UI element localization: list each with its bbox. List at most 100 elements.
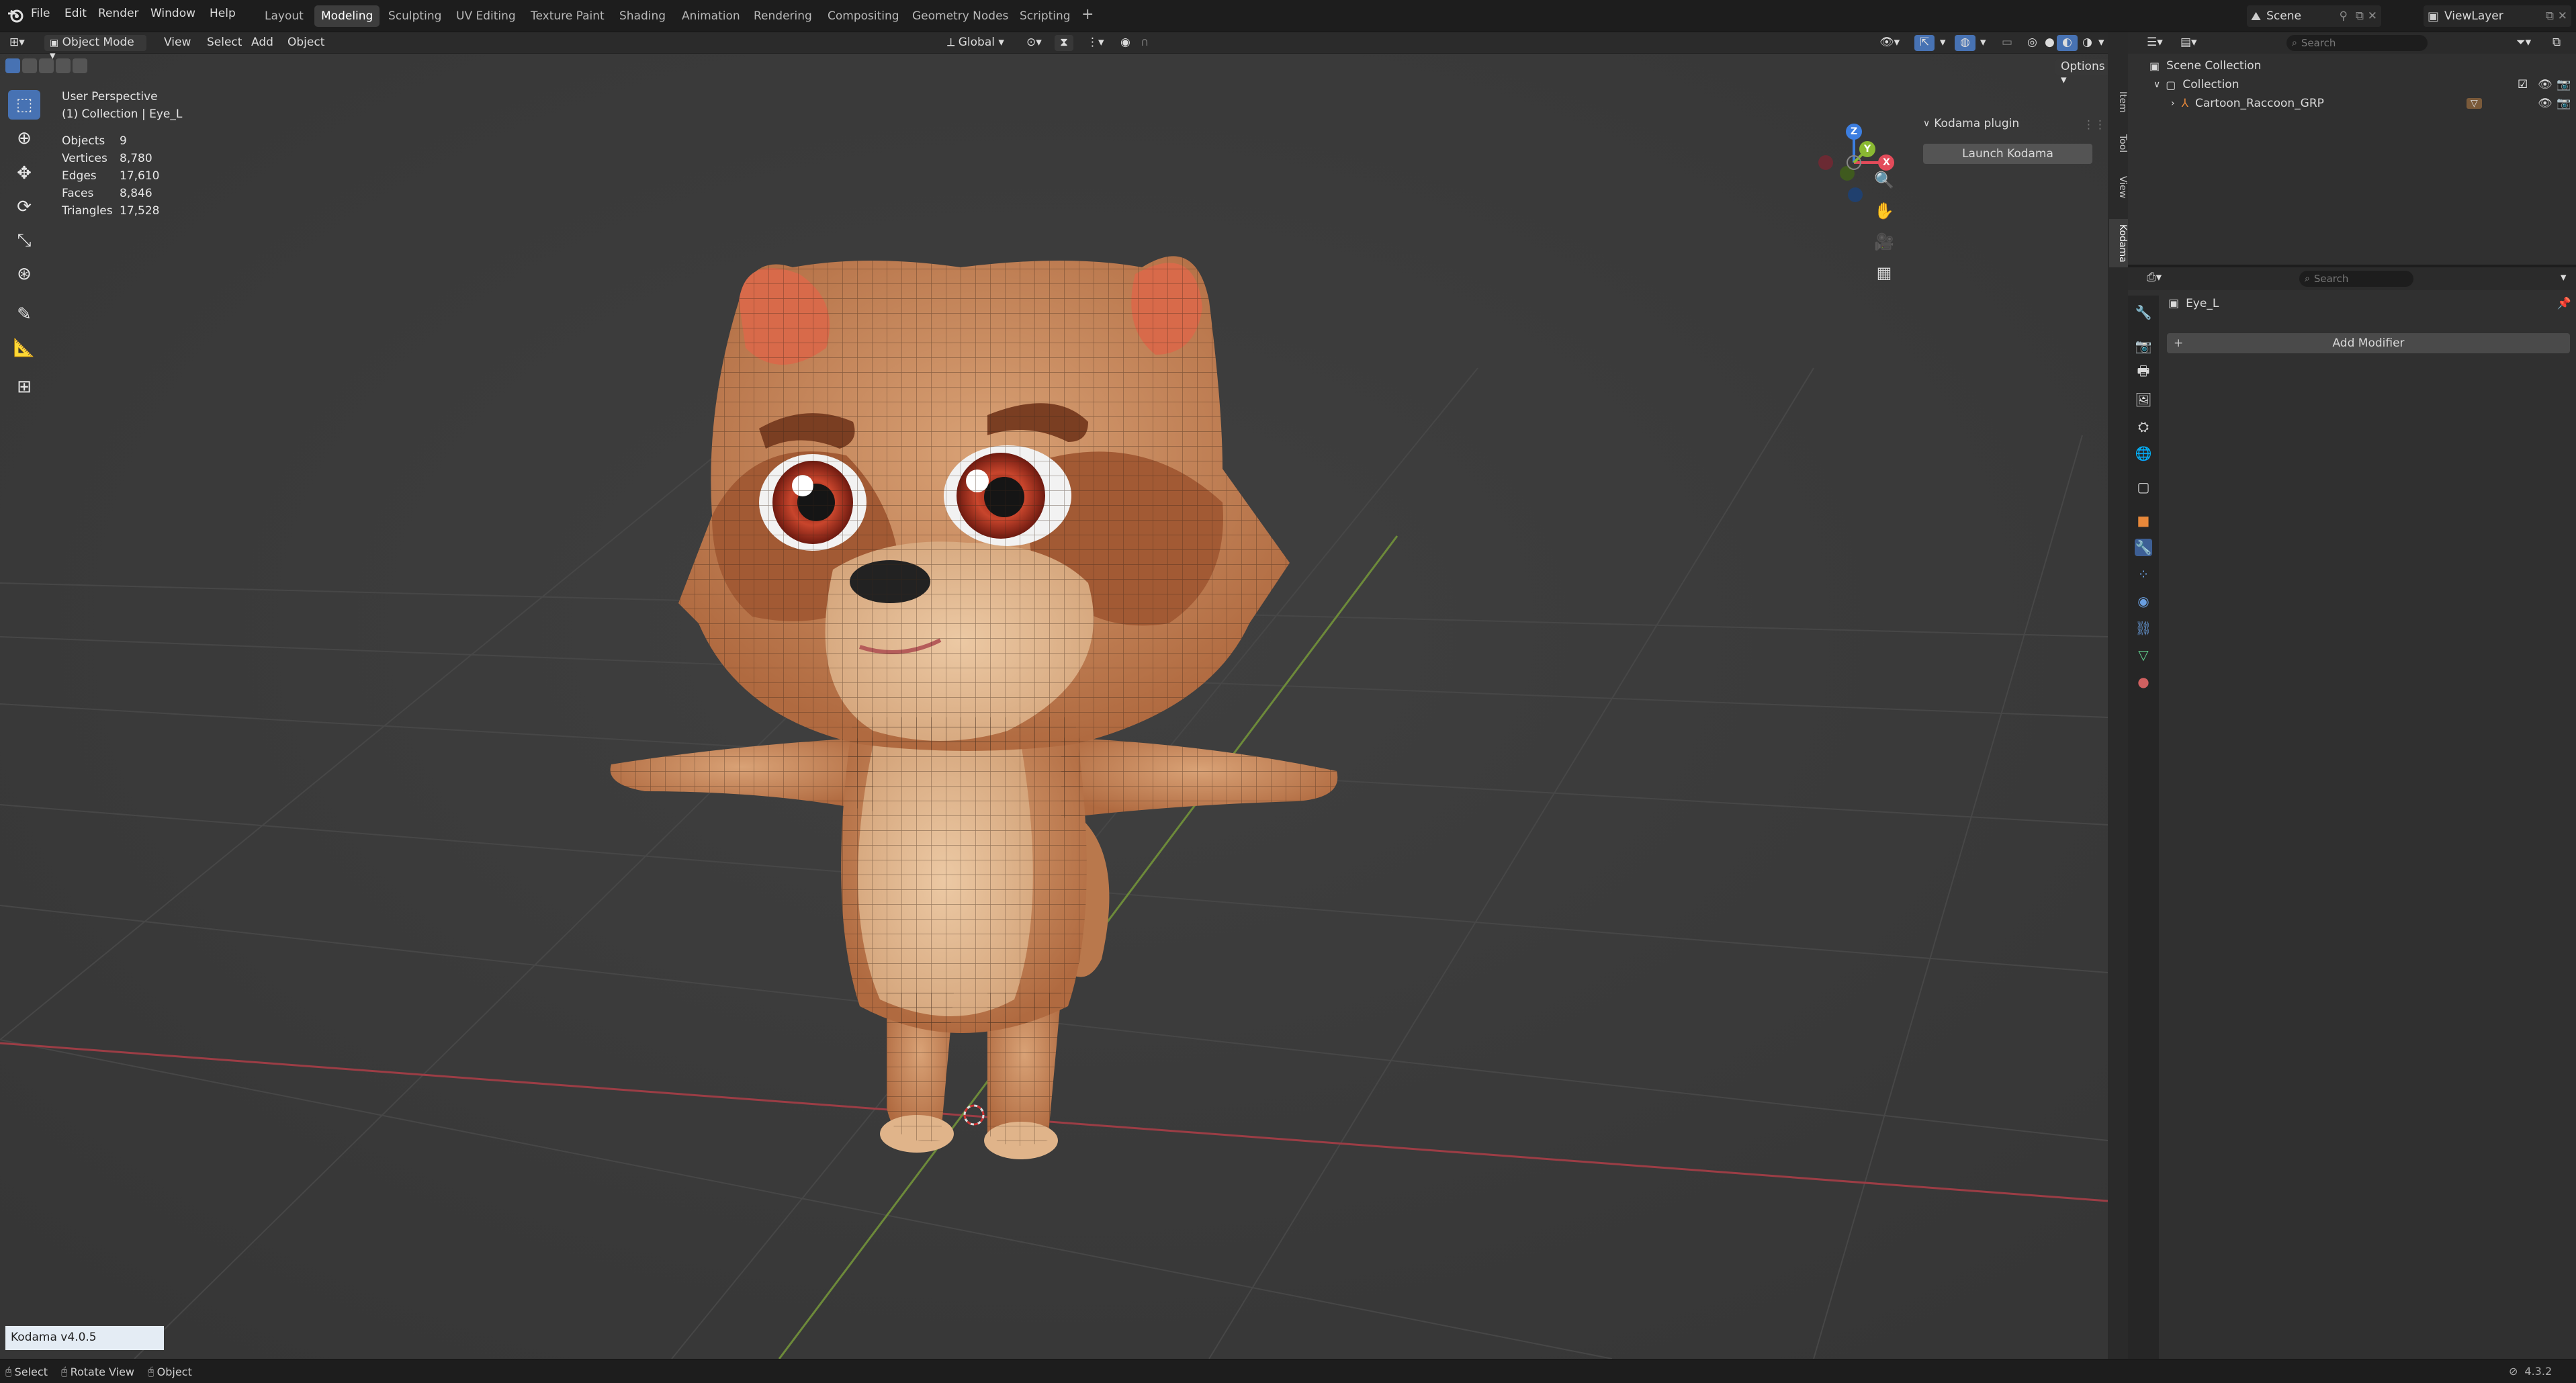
- add-workspace-button[interactable]: +: [1075, 2, 1100, 24]
- options-dropdown[interactable]: Options ▾: [2055, 59, 2108, 87]
- constraints-tab-icon[interactable]: ⛓: [2135, 619, 2152, 637]
- select-extend-icon[interactable]: [22, 58, 37, 73]
- new-collection-icon[interactable]: ⧉: [2547, 35, 2566, 51]
- tab-rendering[interactable]: Rendering: [747, 5, 819, 27]
- blender-logo-icon[interactable]: [7, 7, 24, 24]
- pan-hand-icon[interactable]: ✋: [1872, 202, 1896, 226]
- select-intersect-icon[interactable]: [73, 58, 87, 73]
- transform-tool-icon[interactable]: ⊛: [8, 259, 40, 289]
- pin-icon[interactable]: 📌: [2557, 297, 2571, 310]
- gizmo-toggle-icon[interactable]: ⇱: [1914, 35, 1935, 51]
- menu-view[interactable]: View: [159, 35, 196, 51]
- cursor-tool-icon[interactable]: ⊕: [8, 124, 40, 153]
- properties-options-icon[interactable]: ▾: [2555, 270, 2572, 286]
- camera-view-icon[interactable]: 🎥: [1872, 232, 1896, 257]
- outliner-editor-icon[interactable]: ☰▾: [2141, 35, 2168, 51]
- add-cube-tool-icon[interactable]: ⊞: [8, 372, 40, 402]
- kodama-panel-header[interactable]: ∨ Kodama plugin: [1923, 117, 2019, 130]
- rotate-tool-icon[interactable]: ⟳: [8, 192, 40, 222]
- launch-kodama-button[interactable]: Launch Kodama: [1923, 144, 2092, 164]
- tab-compositing[interactable]: Compositing: [821, 5, 906, 27]
- outliner-search-input[interactable]: ⌕ Search: [2286, 35, 2428, 51]
- data-tab-icon[interactable]: ▽: [2135, 646, 2152, 664]
- scale-tool-icon[interactable]: ⤡: [8, 226, 40, 255]
- measure-tool-icon[interactable]: 📐: [8, 333, 40, 363]
- tab-modeling[interactable]: Modeling: [314, 5, 380, 27]
- properties-search-input[interactable]: ⌕ Search: [2299, 271, 2413, 287]
- 3d-viewport[interactable]: ⊞▾ ▣ Object Mode ▾ View Select Add Objec…: [0, 32, 2108, 1359]
- menu-add[interactable]: Add: [246, 35, 279, 51]
- scene-tab-icon[interactable]: ⛭: [2135, 418, 2152, 435]
- mode-selector[interactable]: ▣ Object Mode ▾: [44, 35, 146, 62]
- shading-dropdown-icon[interactable]: ▾: [2093, 35, 2108, 51]
- tab-animation[interactable]: Animation: [675, 5, 747, 27]
- outliner-row-collection[interactable]: ∨ ▢ Collection ☑ 👁 📷: [2153, 78, 2571, 91]
- output-tab-icon[interactable]: 🖶: [2135, 363, 2152, 382]
- editor-type-icon[interactable]: ⊞▾: [4, 35, 30, 51]
- remove-scene-icon[interactable]: ✕: [2368, 9, 2377, 23]
- outliner-row-raccoon-grp[interactable]: › ⅄ Cartoon_Raccoon_GRP ▽ 👁 📷: [2171, 97, 2571, 110]
- scene-selector[interactable]: ⛰ Scene ⚲ ⧉ ✕: [2247, 5, 2381, 27]
- chevron-right-icon[interactable]: ›: [2171, 98, 2175, 109]
- display-mode-icon[interactable]: ▤▾: [2175, 35, 2203, 51]
- new-view-layer-icon[interactable]: ⧉: [2546, 9, 2554, 23]
- menu-file[interactable]: File: [31, 7, 50, 20]
- pivot-point-icon[interactable]: ⊙▾: [1021, 35, 1047, 51]
- transform-orientation-dropdown[interactable]: ⟂ Global ▾: [942, 35, 1010, 51]
- tab-uv-editing[interactable]: UV Editing: [449, 5, 523, 27]
- visibility-icon[interactable]: 👁▾: [1874, 35, 1905, 51]
- eye-icon[interactable]: 👁: [2538, 78, 2552, 91]
- view-layer-selector[interactable]: ▣ ViewLayer ⧉ ✕: [2424, 5, 2571, 27]
- tab-geometry-nodes[interactable]: Geometry Nodes: [905, 5, 1015, 27]
- snap-settings-icon[interactable]: ⋮▾: [1081, 35, 1110, 51]
- drag-handle-icon[interactable]: ⋮⋮: [2083, 118, 2106, 132]
- select-subtract-icon[interactable]: [39, 58, 54, 73]
- falloff-icon[interactable]: ∩: [1135, 35, 1154, 51]
- world-tab-icon[interactable]: 🌐: [2135, 445, 2152, 462]
- tool-tab-icon[interactable]: 🔧: [2135, 304, 2152, 321]
- overlays-toggle-icon[interactable]: ◍: [1955, 35, 1975, 51]
- annotate-tool-icon[interactable]: ✎: [8, 300, 40, 329]
- menu-help[interactable]: Help: [210, 7, 236, 20]
- view-layer-tab-icon[interactable]: 🖼: [2135, 391, 2152, 408]
- particles-tab-icon[interactable]: ⁘: [2135, 566, 2152, 583]
- material-tab-icon[interactable]: ●: [2135, 673, 2152, 690]
- tab-texture-paint[interactable]: Texture Paint: [524, 5, 611, 27]
- camera-icon[interactable]: 📷: [2557, 78, 2571, 91]
- tab-layout[interactable]: Layout: [258, 5, 310, 27]
- menu-window[interactable]: Window: [150, 7, 195, 20]
- add-modifier-button[interactable]: + Add Modifier: [2167, 333, 2570, 353]
- sidebar-tab-kodama[interactable]: Kodama: [2109, 219, 2128, 267]
- menu-edit[interactable]: Edit: [64, 7, 87, 20]
- pin-icon[interactable]: ⚲: [2340, 9, 2348, 23]
- properties-editor-icon[interactable]: ⎙▾: [2141, 270, 2167, 286]
- shading-material-icon[interactable]: ◐: [2057, 35, 2078, 51]
- render-tab-icon[interactable]: 📷: [2135, 337, 2152, 355]
- physics-tab-icon[interactable]: ◉: [2135, 592, 2152, 610]
- new-scene-icon[interactable]: ⧉: [2356, 9, 2364, 23]
- menu-select[interactable]: Select: [202, 35, 247, 51]
- tab-shading[interactable]: Shading: [613, 5, 672, 27]
- filter-icon[interactable]: ⏷▾: [2511, 35, 2536, 51]
- overlays-dropdown-icon[interactable]: ▾: [1975, 35, 1992, 51]
- chevron-down-icon[interactable]: ∨: [2153, 79, 2160, 90]
- collection-tab-icon[interactable]: ▢: [2135, 478, 2152, 496]
- checkbox-icon[interactable]: ☑: [2518, 78, 2528, 91]
- object-tab-icon[interactable]: ■: [2135, 512, 2152, 529]
- sidebar-tab-item[interactable]: Item: [2109, 91, 2128, 113]
- tab-sculpting[interactable]: Sculpting: [382, 5, 448, 27]
- tab-scripting[interactable]: Scripting: [1013, 5, 1077, 27]
- eye-icon[interactable]: 👁: [2538, 97, 2552, 110]
- camera-icon[interactable]: 📷: [2557, 97, 2571, 110]
- snap-toggle-icon[interactable]: ⧗: [1055, 35, 1073, 51]
- modifier-tab-icon[interactable]: 🔧: [2135, 539, 2152, 556]
- remove-view-layer-icon[interactable]: ✕: [2558, 9, 2567, 23]
- xray-toggle-icon[interactable]: ▭: [1996, 35, 2018, 51]
- menu-render[interactable]: Render: [98, 7, 139, 20]
- zoom-icon[interactable]: 🔍: [1872, 171, 1896, 195]
- active-object-name[interactable]: Eye_L: [2186, 297, 2219, 310]
- sidebar-tab-view[interactable]: View: [2109, 176, 2128, 198]
- sidebar-tab-tool[interactable]: Tool: [2109, 134, 2128, 152]
- proportional-editing-icon[interactable]: ◉: [1115, 35, 1136, 51]
- outliner-row-scene-collection[interactable]: ▣ Scene Collection: [2149, 59, 2261, 73]
